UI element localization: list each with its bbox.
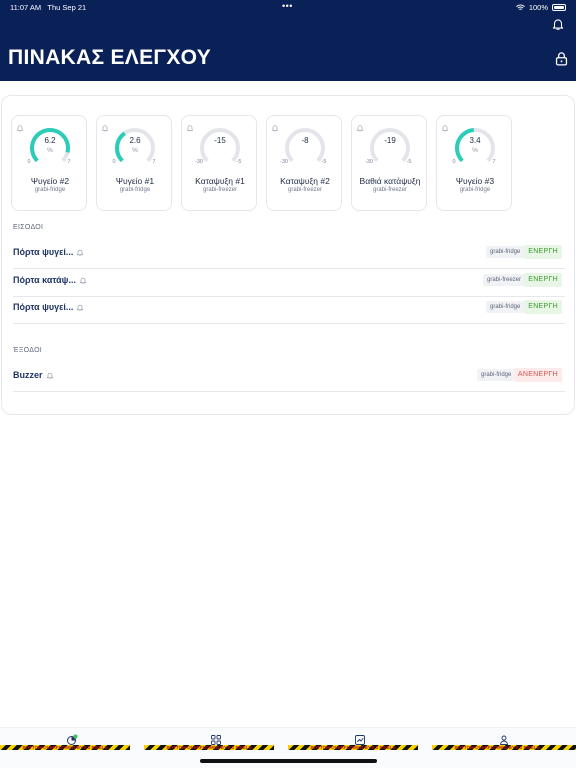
bell-icon[interactable] (76, 248, 84, 257)
status-bar: 11:07 AM Thu Sep 21 ••• 100% (0, 0, 576, 14)
gauge-max: 7 (67, 159, 71, 165)
gauge-device-type: grabi-fridge (34, 187, 66, 193)
page-title: ΠΙΝΑΚΑΣ ΕΛΕΓΧΟΥ (8, 46, 212, 69)
gauge-unit: % (47, 147, 53, 154)
gauge-unit: % (472, 147, 478, 154)
gauge-device-type: grabi-freezer (202, 187, 237, 193)
bell-icon[interactable] (441, 124, 449, 132)
status-badge: ΕΝΕΡΓΗ (524, 245, 562, 259)
list-row[interactable]: Πόρτα ψυγεί... grabi-fridge ΕΝΕΡΓΗ (13, 241, 565, 269)
gauge-name: Ψυγείο #1 (115, 176, 155, 186)
gauge-device-type: grabi-freezer (372, 187, 407, 193)
status-badge: ΕΝΕΡΓΗ (524, 272, 562, 287)
outputs-section-label: ΈΞΟΔΟΙ (13, 347, 43, 354)
gauge-name: Καταψυξη #2 (280, 176, 330, 186)
gauge-name: Ψυγείο #3 (455, 176, 495, 186)
gauge-name: Βαθιά κατάψυξη (359, 176, 421, 186)
gauge-name: Ψυγείο #2 (30, 176, 70, 186)
gauge-track (285, 128, 325, 163)
gauge-card[interactable]: 2.6% 0 7 Ψυγείο #1 grabi-fridge (96, 115, 172, 211)
gauge-min: -30 (365, 159, 373, 165)
overflow-warning: BOTTOM OVERFLOWED BY 5.0 PIXELS (288, 745, 418, 750)
gauge-value: -19 (384, 136, 396, 145)
gauge-max: 7 (152, 159, 156, 165)
row-name: Πόρτα ψυγεί... (13, 247, 74, 257)
gauge-value: -15 (214, 136, 226, 145)
gauge-max: -5 (406, 159, 412, 165)
row-name: Buzzer (13, 370, 43, 380)
gauge-max: -5 (321, 159, 327, 165)
device-type-badge: grabi-fridge (486, 301, 525, 313)
bell-icon[interactable] (76, 303, 84, 312)
status-badge: ΕΝΕΡΓΗ (524, 300, 562, 314)
gauge-min: 0 (27, 159, 31, 165)
gauge-device-type: grabi-fridge (119, 187, 151, 193)
gauge-value: 6.2 (44, 136, 56, 145)
gauge-fill (30, 128, 70, 163)
gauge-value: 2.6 (129, 136, 141, 145)
bell-icon[interactable] (101, 124, 109, 132)
gauge-min: -30 (195, 159, 203, 165)
gauge-fill (455, 128, 475, 163)
notifications-bell-icon[interactable] (551, 17, 565, 31)
gauge-device-type: grabi-freezer (287, 187, 322, 193)
status-time: 11:07 AM Thu Sep 21 (10, 3, 87, 12)
device-type-badge: grabi-fridge (486, 246, 525, 258)
gauge-value: 3.4 (469, 136, 481, 145)
bell-icon[interactable] (46, 371, 54, 380)
multitasking-dots-icon[interactable]: ••• (282, 1, 293, 11)
gauge-min: 0 (112, 159, 116, 165)
bell-icon[interactable] (79, 276, 87, 285)
gauge-track (370, 128, 410, 163)
list-row[interactable]: Buzzer grabi-fridge ΑΝΕΝΕΡΓΗ (13, 364, 565, 392)
gauge-max: 7 (492, 159, 496, 165)
battery-percentage: 100% (528, 3, 548, 12)
bell-icon[interactable] (186, 124, 194, 132)
row-name: Πόρτα κατάψ... (13, 274, 76, 285)
gauge-card[interactable]: 6.2% 0 7 Ψυγείο #2 grabi-fridge (11, 115, 87, 211)
status-indicators: 100% (516, 3, 566, 12)
gauge-value: -8 (301, 136, 309, 145)
battery-icon (552, 4, 566, 11)
gauge-track (200, 128, 240, 163)
inputs-section-label: ΕΙΣΟΔΟΙ (13, 224, 44, 231)
bell-icon[interactable] (16, 124, 24, 132)
status-badge: ΑΝΕΝΕΡΓΗ (513, 368, 562, 382)
gauge-device-type: grabi-fridge (459, 187, 491, 193)
gauge-min: -30 (280, 159, 288, 165)
gauge-name: Καταψυξη #1 (195, 176, 245, 186)
device-type-badge: grabi-fridge (477, 369, 516, 381)
gauge-list: 6.2% 0 7 Ψυγείο #2 grabi-fridge 2.6% 0 7 Ψυγείο … (11, 115, 512, 211)
overflow-warning: BOTTOM OVERFLOWED BY 5.0 PIXELS (144, 745, 274, 750)
row-name: Πόρτα ψυγεί... (13, 302, 74, 312)
overflow-warning: BOTTOM OVERFLOWED BY 5.0 PIXELS (0, 745, 130, 750)
gauge-card[interactable]: 3.4% 0 7 Ψυγείο #3 grabi-fridge (436, 115, 512, 211)
bell-icon[interactable] (356, 124, 364, 132)
device-type-badge: grabi-freezer (483, 273, 526, 286)
bell-icon[interactable] (271, 124, 279, 132)
wifi-icon (516, 4, 525, 10)
gauge-min: 0 (452, 159, 456, 165)
dashboard-panel: 6.2% 0 7 Ψυγείο #2 grabi-fridge 2.6% 0 7 Ψυγείο … (1, 95, 575, 415)
list-row[interactable]: Πόρτα κατάψ... grabi-freezer ΕΝΕΡΓΗ (13, 269, 565, 297)
gauge-max: -5 (236, 159, 242, 165)
home-indicator[interactable] (200, 759, 377, 763)
gauge-card[interactable]: -19 -30 -5 Βαθιά κατάψυξη grabi-freezer (351, 115, 427, 211)
gauge-unit: % (132, 147, 138, 154)
lock-icon[interactable] (553, 50, 570, 67)
overflow-warning: BOTTOM OVERFLOWED BY 5.0 PIXELS (432, 745, 576, 750)
gauge-card[interactable]: -8 -30 -5 Καταψυξη #2 grabi-freezer (266, 115, 342, 211)
gauge-card[interactable]: -15 -30 -5 Καταψυξη #1 grabi-freezer (181, 115, 257, 211)
list-row[interactable]: Πόρτα ψυγεί... grabi-fridge ΕΝΕΡΓΗ (13, 296, 565, 324)
